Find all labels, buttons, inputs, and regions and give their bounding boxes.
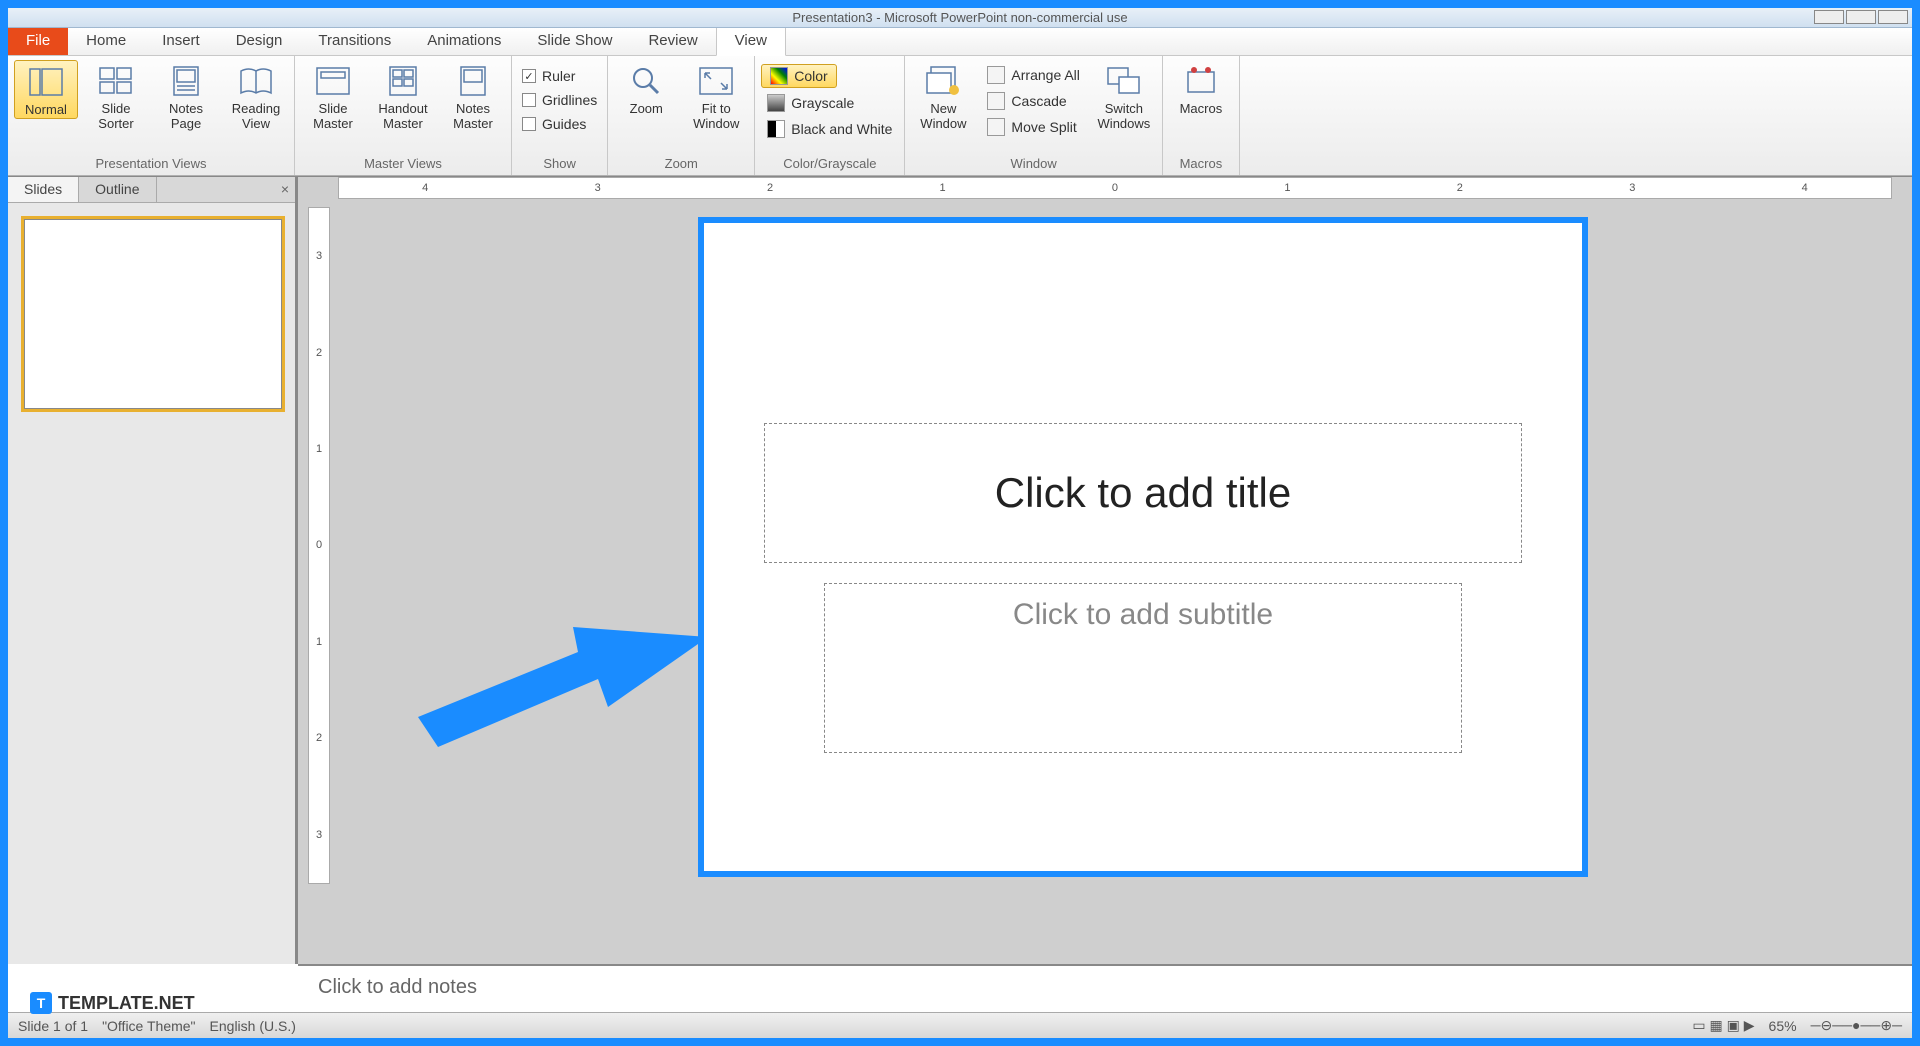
notes-page-icon (166, 64, 206, 98)
group-label: Show (518, 154, 601, 175)
move-split-icon (987, 118, 1005, 136)
slide-thumbnail-1[interactable] (24, 219, 282, 409)
fit-window-icon (696, 64, 736, 98)
tab-design[interactable]: Design (218, 26, 301, 55)
template-logo-icon: T (30, 992, 52, 1014)
panel-tab-outline[interactable]: Outline (79, 177, 156, 202)
vertical-ruler: 3210123 (308, 207, 330, 884)
notes-master-button[interactable]: Notes Master (441, 60, 505, 132)
color-icon (770, 67, 788, 85)
notes-page-button[interactable]: Notes Page (154, 60, 218, 132)
group-presentation-views: Normal Slide Sorter Notes Page Reading V… (8, 56, 295, 175)
minimize-button[interactable] (1814, 10, 1844, 24)
group-label: Color/Grayscale (761, 154, 898, 175)
tab-view[interactable]: View (716, 25, 786, 56)
horizontal-ruler: 432101234 (338, 177, 1892, 199)
zoom-level[interactable]: 65% (1769, 1018, 1797, 1034)
tab-review[interactable]: Review (630, 26, 715, 55)
maximize-button[interactable] (1846, 10, 1876, 24)
group-label: Presentation Views (14, 154, 288, 175)
reading-view-button[interactable]: Reading View (224, 60, 288, 132)
status-language[interactable]: English (U.S.) (210, 1018, 296, 1034)
tab-file[interactable]: File (8, 26, 68, 55)
group-label: Macros (1169, 154, 1233, 175)
magnifier-icon (626, 64, 666, 98)
macros-button[interactable]: Macros (1169, 60, 1233, 117)
handout-master-icon (383, 64, 423, 98)
normal-view-button[interactable]: Normal (14, 60, 78, 119)
bw-icon (767, 120, 785, 138)
title-bar: Presentation3 - Microsoft PowerPoint non… (8, 8, 1912, 28)
reading-view-icon (236, 64, 276, 98)
switch-windows-button[interactable]: Switch Windows (1092, 60, 1156, 132)
black-white-button[interactable]: Black and White (761, 118, 898, 140)
window-title: Presentation3 - Microsoft PowerPoint non… (792, 10, 1127, 25)
title-placeholder[interactable]: Click to add title (764, 423, 1522, 563)
tab-animations[interactable]: Animations (409, 26, 519, 55)
tab-slide-show[interactable]: Slide Show (519, 26, 630, 55)
subtitle-placeholder[interactable]: Click to add subtitle (824, 583, 1462, 753)
fit-to-window-button[interactable]: Fit to Window (684, 60, 748, 132)
tab-insert[interactable]: Insert (144, 26, 218, 55)
group-color-grayscale: Color Grayscale Black and White Color/Gr… (755, 56, 905, 175)
slide-sorter-button[interactable]: Slide Sorter (84, 60, 148, 132)
gridlines-checkbox[interactable]: Gridlines (518, 90, 601, 110)
slide-master-icon (313, 64, 353, 98)
slide-sorter-icon (96, 64, 136, 98)
notes-pane[interactable]: Click to add notes (298, 964, 1912, 1012)
zoom-slider[interactable]: ─⊖──●──⊕─ (1811, 1017, 1902, 1034)
group-label: Zoom (614, 154, 748, 175)
group-master-views: Slide Master Handout Master Notes Master… (295, 56, 512, 175)
zoom-button[interactable]: Zoom (614, 60, 678, 117)
group-show: ✓Ruler Gridlines Guides Show (512, 56, 608, 175)
cascade-button[interactable]: Cascade (981, 90, 1085, 112)
group-window: New Window Arrange All Cascade Move Spli… (905, 56, 1162, 175)
close-button[interactable] (1878, 10, 1908, 24)
ruler-checkbox[interactable]: ✓Ruler (518, 66, 579, 86)
view-buttons[interactable]: ▭ ▦ ▣ ▶ (1692, 1017, 1754, 1034)
slide-master-button[interactable]: Slide Master (301, 60, 365, 132)
slide-canvas[interactable]: Click to add title Click to add subtitle (698, 217, 1588, 877)
handout-master-button[interactable]: Handout Master (371, 60, 435, 132)
switch-windows-icon (1104, 64, 1144, 98)
ribbon: Normal Slide Sorter Notes Page Reading V… (8, 56, 1912, 176)
tab-home[interactable]: Home (68, 26, 144, 55)
grayscale-icon (767, 94, 785, 112)
group-label: Master Views (301, 154, 505, 175)
arrange-all-button[interactable]: Arrange All (981, 64, 1085, 86)
move-split-button[interactable]: Move Split (981, 116, 1085, 138)
new-window-icon (923, 64, 963, 98)
watermark: T TEMPLATE.NET (30, 992, 195, 1014)
guides-checkbox[interactable]: Guides (518, 114, 590, 134)
panel-close-button[interactable]: × (281, 181, 289, 197)
annotation-arrow (418, 607, 708, 747)
group-macros: Macros Macros (1163, 56, 1240, 175)
grayscale-button[interactable]: Grayscale (761, 92, 860, 114)
status-slide-count: Slide 1 of 1 (18, 1018, 88, 1034)
tab-transitions[interactable]: Transitions (300, 26, 409, 55)
status-bar: Slide 1 of 1 "Office Theme" English (U.S… (8, 1012, 1912, 1038)
group-label: Window (911, 154, 1155, 175)
macros-icon (1181, 64, 1221, 98)
workspace: Slides Outline × 432101234 3210123 Click… (8, 176, 1912, 964)
slide-editor: 432101234 3210123 Click to add title Cli… (298, 177, 1912, 964)
group-zoom: Zoom Fit to Window Zoom (608, 56, 755, 175)
normal-view-icon (26, 65, 66, 99)
panel-tab-slides[interactable]: Slides (8, 177, 79, 202)
new-window-button[interactable]: New Window (911, 60, 975, 132)
ribbon-tabs: File Home Insert Design Transitions Anim… (8, 28, 1912, 56)
notes-master-icon (453, 64, 493, 98)
cascade-icon (987, 92, 1005, 110)
color-button[interactable]: Color (761, 64, 836, 88)
arrange-all-icon (987, 66, 1005, 84)
slides-panel: Slides Outline × (8, 177, 298, 964)
status-theme: "Office Theme" (102, 1018, 195, 1034)
